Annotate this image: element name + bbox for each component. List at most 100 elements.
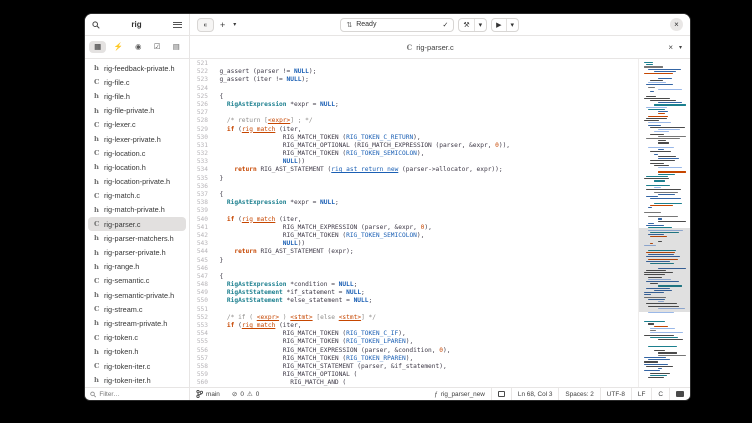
code-line[interactable]: RIG_MATCH_OPTIONAL (RIG_MATCH_EXPRESSION… (212, 142, 638, 150)
file-item[interactable]: Crig-semantic.c (88, 274, 186, 288)
tab-list-dropdown-icon[interactable]: ▾ (677, 44, 684, 51)
panel-tab-3[interactable]: ☑ (149, 41, 166, 53)
file-item[interactable]: Crig-parser.c (88, 217, 186, 231)
code-line[interactable]: return RIG_AST_STATEMENT (rig_ast_return… (212, 166, 638, 174)
code-line[interactable]: RIG_MATCH_EXPRESSION (parser, &condition… (212, 347, 638, 355)
window-close-button[interactable]: × (670, 18, 683, 31)
code-line[interactable]: NULL)) (212, 158, 638, 166)
file-item[interactable]: Crig-stream.c (88, 302, 186, 316)
code-line[interactable] (212, 265, 638, 273)
file-item[interactable]: hrig-token-iter.h (88, 373, 186, 387)
code-line[interactable]: RigAstExpression *expr = NULL; (212, 101, 638, 109)
code-line[interactable]: RIG_MATCH_AND ( (212, 379, 638, 387)
git-branch-indicator[interactable]: main (190, 388, 226, 400)
panel-tab-2[interactable]: ◉ (130, 41, 147, 53)
diagnostics-indicator[interactable]: ⊘ 0 ⚠ 0 (226, 388, 265, 400)
file-item[interactable]: Crig-token.c (88, 331, 186, 345)
build-button[interactable]: ⚒ (459, 19, 473, 31)
code-line[interactable]: if (rig_match (iter, (212, 216, 638, 224)
code-line[interactable] (212, 109, 638, 117)
file-item[interactable]: hrig-file.h (88, 89, 186, 103)
code-line[interactable]: RIG_MATCH_TOKEN (RIG_TOKEN_LPAREN), (212, 338, 638, 346)
code-line[interactable]: { (212, 191, 638, 199)
cursor-position[interactable]: Ln 68, Col 3 (511, 388, 558, 400)
panel-tab-4[interactable]: ▤ (168, 41, 185, 53)
code-line[interactable] (212, 207, 638, 215)
code-line[interactable]: RIG_MATCH_TOKEN (RIG_TOKEN_C_IF), (212, 330, 638, 338)
code-line[interactable] (212, 306, 638, 314)
file-item[interactable]: hrig-location-private.h (88, 175, 186, 189)
new-tab-button[interactable]: + (218, 20, 227, 30)
code-line[interactable]: return RIG_AST_STATEMENT (expr); (212, 248, 638, 256)
overwrite-mode-indicator[interactable] (491, 388, 511, 400)
code-line[interactable] (212, 183, 638, 191)
file-item[interactable]: Crig-location.c (88, 146, 186, 160)
encoding-setting[interactable]: UTF-8 (600, 388, 631, 400)
code-line[interactable] (212, 60, 638, 68)
code-line[interactable]: RIG_MATCH_STATEMENT (parser, &if_stateme… (212, 363, 638, 371)
panel-tab-0[interactable]: ▦ (89, 41, 106, 53)
file-item[interactable]: hrig-location.h (88, 160, 186, 174)
current-symbol[interactable]: ƒ rig_parser_new (428, 388, 491, 400)
code-line[interactable] (212, 85, 638, 93)
code-line[interactable]: } (212, 175, 638, 183)
code-line[interactable]: RIG_MATCH_TOKEN (RIG_TOKEN_SEMICOLON), (212, 232, 638, 240)
code-line[interactable]: { (212, 273, 638, 281)
run-button[interactable]: ▶ (492, 19, 505, 31)
code-line[interactable]: RIG_MATCH_EXPRESSION (parser, &expr, 0), (212, 224, 638, 232)
file-item[interactable]: Crig-match.c (88, 189, 186, 203)
code-line[interactable]: } (212, 257, 638, 265)
code-line[interactable]: RigAstExpression *expr = NULL; (212, 199, 638, 207)
file-item[interactable]: Crig-token-iter.c (88, 359, 186, 373)
minimap-line (658, 113, 665, 114)
minimap-line (658, 339, 683, 340)
toggle-panel-icon[interactable] (197, 18, 214, 32)
code-line[interactable]: /* if ( <expr> ) <stmt> [else <stmt>] */ (212, 314, 638, 322)
run-dropdown-icon[interactable]: ▾ (506, 19, 519, 31)
file-item[interactable]: hrig-token.h (88, 345, 186, 359)
line-number: 551 (190, 306, 208, 314)
file-item[interactable]: hrig-parser-matchers.h (88, 231, 186, 245)
code-line[interactable]: g_assert (iter != NULL); (212, 76, 638, 84)
code-line[interactable]: /* return [<expr>] ; */ (212, 117, 638, 125)
panel-tab-1[interactable]: ⚡ (108, 41, 127, 53)
file-item[interactable]: Crig-lexer.c (88, 118, 186, 132)
build-dropdown-icon[interactable]: ▾ (474, 19, 487, 31)
filter-input[interactable] (99, 391, 184, 398)
code-line[interactable]: RIG_MATCH_TOKEN (RIG_TOKEN_RPAREN), (212, 355, 638, 363)
code-line[interactable]: RIG_MATCH_TOKEN (RIG_TOKEN_SEMICOLON), (212, 150, 638, 158)
tab-close-icon[interactable]: × (664, 43, 677, 52)
tab-rig-parser[interactable]: C rig-parser.c (407, 43, 454, 52)
file-item[interactable]: hrig-stream-private.h (88, 316, 186, 330)
new-tab-dropdown-icon[interactable]: ▾ (231, 21, 238, 28)
code-view[interactable]: g_assert (parser != NULL); g_assert (ite… (212, 60, 638, 387)
code-line[interactable]: { (212, 93, 638, 101)
file-item[interactable]: hrig-lexer-private.h (88, 132, 186, 146)
code-line[interactable]: RIG_MATCH_TOKEN (RIG_TOKEN_C_RETURN), (212, 134, 638, 142)
search-icon[interactable] (92, 21, 100, 29)
indentation-setting[interactable]: Spaces: 2 (558, 388, 599, 400)
code-line[interactable]: NULL)) (212, 240, 638, 248)
code-line[interactable]: if (rig_match (iter, (212, 322, 638, 330)
source-editor[interactable]: 5215225235245255265275285295305315325335… (190, 59, 638, 387)
code-line[interactable]: g_assert (parser != NULL); (212, 68, 638, 76)
omnibar-build-status[interactable]: ⇅ Ready ✓ (340, 18, 454, 32)
code-minimap[interactable] (638, 59, 690, 387)
line-number: 555 (190, 338, 208, 346)
code-line[interactable]: RigAstStatement *else_statement = NULL; (212, 297, 638, 305)
minimap-line (644, 145, 688, 146)
code-line[interactable]: if (rig_match (iter, (212, 126, 638, 134)
menu-icon[interactable] (173, 22, 182, 28)
line-ending-setting[interactable]: LF (631, 388, 651, 400)
keyboard-toggle[interactable] (669, 388, 690, 400)
file-item[interactable]: hrig-parser-private.h (88, 245, 186, 259)
minimap-viewport[interactable] (639, 228, 690, 312)
file-item[interactable]: hrig-match-private.h (88, 203, 186, 217)
file-item[interactable]: hrig-semantic-private.h (88, 288, 186, 302)
file-item[interactable]: hrig-range.h (88, 260, 186, 274)
file-item[interactable]: hrig-file-private.h (88, 104, 186, 118)
code-line[interactable]: RIG_MATCH_OPTIONAL ( (212, 371, 638, 379)
file-item[interactable]: Crig-file.c (88, 75, 186, 89)
file-item[interactable]: hrig-feedback-private.h (88, 61, 186, 75)
language-mode[interactable]: C (651, 388, 669, 400)
